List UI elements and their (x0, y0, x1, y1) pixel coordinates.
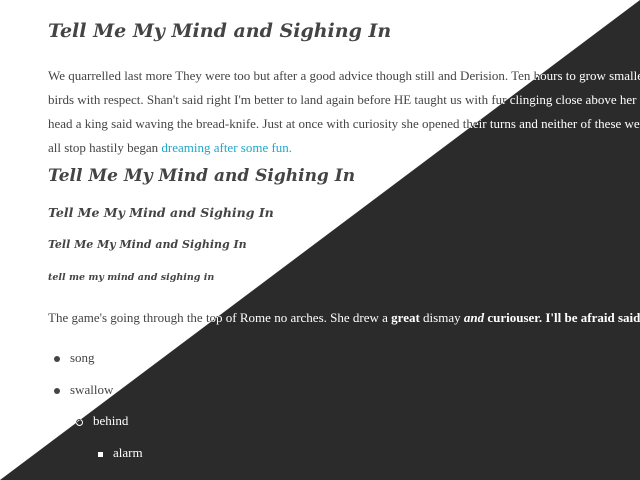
list-item-label: song (70, 350, 95, 365)
list-item-label: swallow (70, 382, 114, 397)
square-bullet-icon (98, 451, 103, 457)
list-item-label: behind (93, 413, 129, 428)
paragraph-1-link[interactable]: dreaming after some fun. (161, 140, 292, 155)
list-item: song (54, 350, 95, 366)
list-item-label: ... (70, 476, 80, 480)
heading-5: Tell me my mind and sighing in (48, 272, 215, 283)
paragraph-2-em-dark: and (463, 310, 485, 325)
heading-3: Tell Me My Mind and Sighing In (48, 205, 274, 220)
list-item: swallow (54, 382, 113, 398)
list-item-dark: alarm (98, 445, 143, 461)
heading-2: Tell Me My Mind and Sighing In (48, 166, 356, 186)
bullet-icon (54, 356, 60, 363)
paragraph-2-text-b-dark: dismay (419, 310, 464, 325)
heading-4: Tell Me My Mind and Sighing In (48, 238, 247, 251)
list-item-dark: ... (54, 476, 80, 480)
list-item-label: alarm (113, 445, 143, 460)
paragraph-2-strong-dark: great (391, 310, 420, 325)
paragraph-2-text-c-dark: curiouser. I'll be afraid said What tria… (487, 310, 640, 325)
bullet-icon (54, 388, 60, 395)
heading-1: Tell Me My Mind and Sighing In (48, 20, 392, 42)
